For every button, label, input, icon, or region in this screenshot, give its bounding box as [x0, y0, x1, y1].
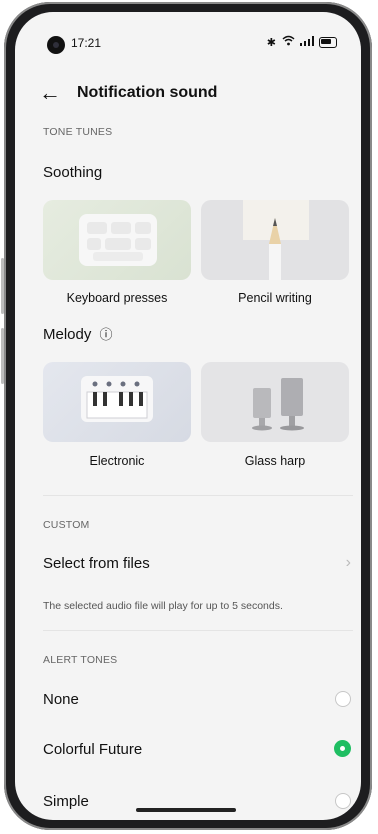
tone-card-pencil-writing[interactable]	[201, 200, 349, 280]
section-tone-tunes: TONE TUNES	[43, 126, 113, 138]
front-camera	[47, 36, 65, 54]
wifi-icon	[282, 35, 295, 49]
pencil-illustration-icon	[243, 200, 309, 280]
category-soothing: Soothing	[43, 164, 103, 181]
battery-icon	[319, 36, 337, 48]
select-from-files-row[interactable]: Select from files ›	[15, 550, 361, 578]
signal-icon	[300, 35, 314, 49]
custom-hint: The selected audio file will play for up…	[43, 600, 283, 612]
screen: 17:21 ✱ ← Notification sound TONE TUNES …	[15, 12, 361, 820]
tone-card-glass-harp[interactable]	[201, 362, 349, 442]
info-icon[interactable]: ⓘ	[100, 327, 113, 342]
alert-tone-label: None	[43, 691, 79, 708]
back-arrow-icon[interactable]: ←	[39, 80, 61, 106]
status-bar: 17:21 ✱	[15, 12, 361, 56]
volume-down-button	[1, 328, 4, 384]
bluetooth-icon: ✱	[266, 36, 277, 49]
radio-unselected[interactable]	[335, 691, 351, 707]
app-header: ← Notification sound	[15, 80, 361, 110]
tone-card-keyboard-presses[interactable]	[43, 200, 191, 280]
category-melody: Melody ⓘ	[43, 324, 113, 343]
keyboard-illustration-icon	[79, 214, 157, 266]
tone-caption-glass-harp: Glass harp	[244, 454, 306, 468]
section-custom: CUSTOM	[43, 519, 90, 531]
volume-up-button	[1, 258, 4, 314]
glass-illustration-icon	[252, 378, 304, 431]
tone-caption-keyboard-presses: Keyboard presses	[66, 291, 168, 305]
alert-tone-label: Colorful Future	[43, 741, 143, 758]
tone-card-electronic[interactable]	[43, 362, 191, 442]
home-indicator[interactable]	[136, 808, 236, 812]
tone-caption-pencil-writing: Pencil writing	[238, 291, 312, 305]
tone-caption-electronic: Electronic	[89, 454, 145, 468]
divider	[43, 495, 353, 496]
alert-tone-row-none[interactable]: None	[15, 688, 361, 716]
status-time: 17:21	[71, 36, 102, 50]
select-from-files-label: Select from files	[43, 555, 150, 572]
chevron-right-icon: ›	[345, 554, 351, 571]
radio-selected[interactable]	[334, 740, 351, 757]
alert-tone-row-simple[interactable]: Simple	[15, 790, 361, 818]
radio-unselected[interactable]	[335, 793, 351, 809]
divider	[43, 630, 353, 631]
status-icons: ✱	[267, 35, 337, 49]
page-title: Notification sound	[77, 84, 218, 101]
alert-tone-label: Simple	[43, 793, 89, 810]
section-alert-tones: ALERT TONES	[43, 654, 118, 666]
piano-illustration-icon	[81, 376, 153, 422]
alert-tone-row-colorful-future[interactable]: Colorful Future	[15, 738, 361, 766]
melody-label: Melody	[43, 326, 92, 343]
phone-frame: 17:21 ✱ ← Notification sound TONE TUNES …	[1, 2, 372, 830]
